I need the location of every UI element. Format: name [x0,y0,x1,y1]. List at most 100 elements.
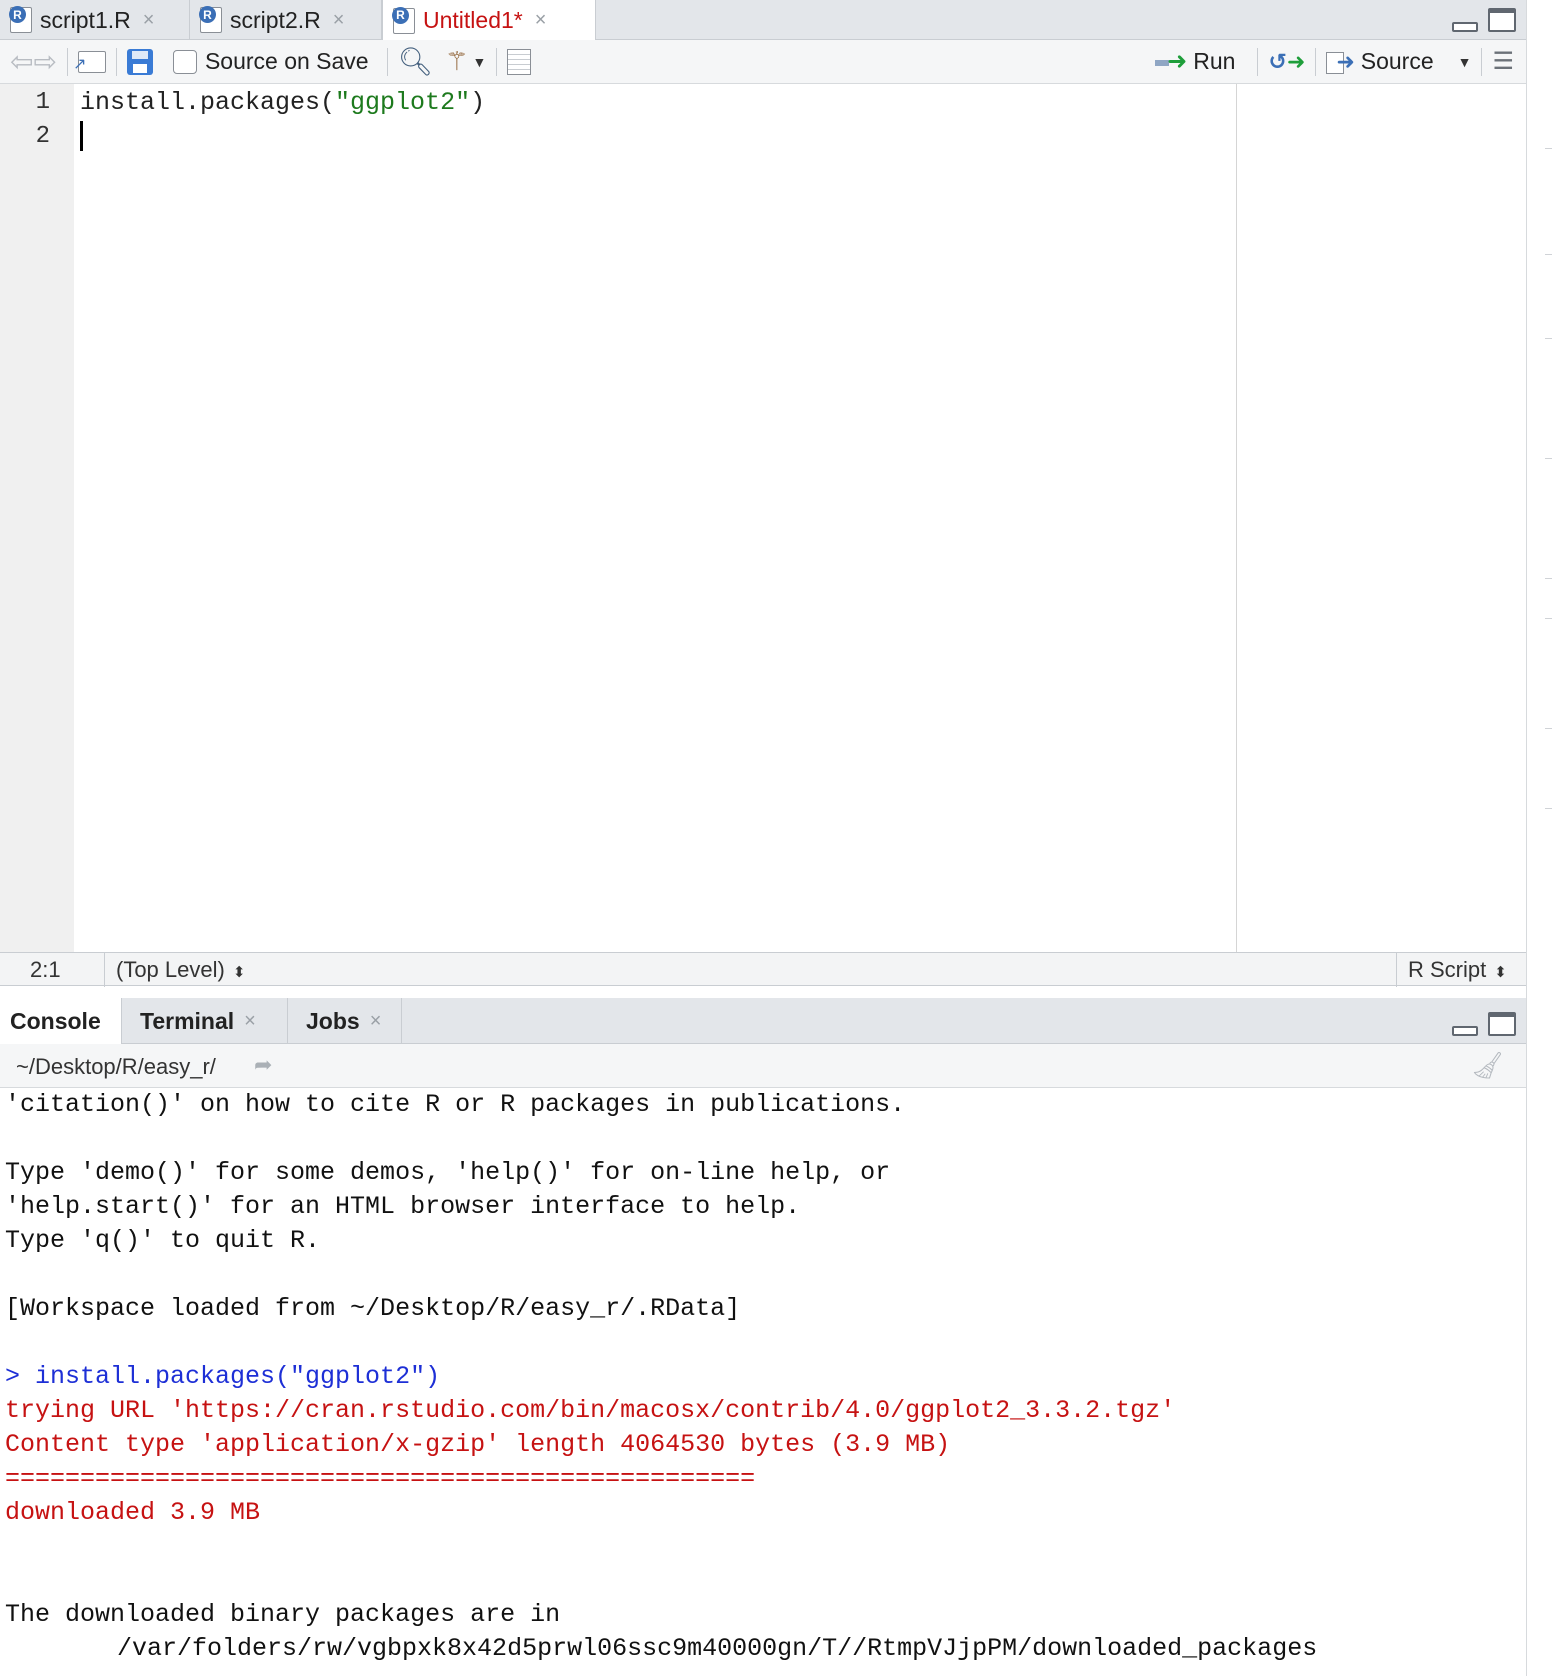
editor-tab-bar: script1.R × script2.R × Untitled1* × [0,0,1526,41]
code-editor[interactable]: 1 2 install.packages("ggplot2") [0,84,1526,952]
r-file-icon [392,6,415,34]
print-margin-line [1236,84,1237,952]
tab-label: Console [10,1008,101,1034]
back-button[interactable]: ⇦ [10,40,33,84]
save-button[interactable] [126,40,153,84]
edge-tick [1545,808,1552,809]
edge-tick [1545,338,1552,339]
source-button[interactable]: ➜ Source [1326,40,1434,84]
minimize-pane-icon[interactable] [1452,1026,1478,1036]
console-line: Content type 'application/x-gzip' length… [5,1430,951,1459]
console-line: 'help.start()' for an HTML browser inter… [5,1192,801,1221]
console-line: trying URL 'https://cran.rstudio.com/bin… [5,1396,1176,1425]
tab-label: script1.R [40,6,131,33]
console-line: Type 'q()' to quit R. [5,1226,321,1255]
tab-script2[interactable]: script2.R × [190,0,382,40]
up-down-chevron-icon: ⬍ [1494,964,1507,981]
code-line-2 [80,120,485,154]
line-number-gutter: 1 2 [0,84,74,952]
edge-tick [1545,728,1552,729]
cursor-position: 2:1 [30,957,61,982]
tab-script1[interactable]: script1.R × [0,0,190,40]
code-string: "ggplot2" [335,88,471,117]
run-button[interactable]: ➜ Run [1155,40,1235,84]
outline-icon: ☰ [1492,48,1514,75]
console-line: [Workspace loaded from ~/Desktop/R/easy_… [5,1294,741,1323]
close-icon[interactable]: × [244,1010,256,1033]
source-icon: ➜ [1326,49,1355,75]
console-line: Type 'demo()' for some demos, 'help()' f… [5,1158,891,1187]
code-function: install.packages( [80,88,336,117]
console-line: /var/folders/rw/vgbpxk8x42d5prwl06ssc9m4… [117,1634,1318,1663]
maximize-pane-icon[interactable] [1488,1012,1516,1036]
rerun-button[interactable]: ↺➜ [1268,40,1305,84]
tab-jobs[interactable]: Jobs × [288,998,402,1044]
line-number: 1 [35,89,50,116]
tab-untitled1[interactable]: Untitled1* × [382,0,596,41]
edge-tick [1545,618,1552,619]
compile-report-button[interactable] [507,40,532,84]
status-divider [1396,953,1397,987]
console-line: The downloaded binary packages are in [5,1600,561,1629]
close-icon[interactable]: × [535,9,547,32]
go-to-directory-icon[interactable]: ➦ [254,1052,272,1078]
tab-terminal[interactable]: Terminal × [122,998,288,1044]
close-icon[interactable]: × [143,9,155,32]
magnifier-icon: 🔍︎ [397,46,434,77]
back-arrow-icon: ⇦ [10,46,34,77]
line-number: 2 [35,123,50,150]
show-in-window-button[interactable] [73,40,106,84]
tab-label: Terminal [140,1007,235,1034]
console-tab-bar: Console Terminal × Jobs × [0,998,1526,1045]
rstudio-window: script1.R × script2.R × Untitled1* × ⇦ ⇨ [0,0,1552,1676]
forward-arrow-icon: ⇨ [33,46,57,77]
maximize-pane-icon[interactable] [1488,8,1516,32]
scope-label: (Top Level) [116,957,225,982]
tab-label: Jobs [306,1007,360,1034]
notebook-icon [507,48,532,75]
run-label: Run [1193,48,1236,74]
console-line: downloaded 3.9 MB [5,1498,261,1527]
toolbar-divider [1481,47,1483,76]
forward-button[interactable]: ⇨ [33,40,56,84]
tab-console[interactable]: Console [0,998,122,1045]
scope-selector[interactable]: (Top Level) ⬍ [116,957,245,983]
editor-status-bar: 2:1 (Top Level) ⬍ R Script ⬍ [0,952,1526,987]
code-line-1: install.packages("ggplot2") [80,86,485,120]
find-replace-button[interactable]: 🔍︎ [398,40,434,84]
source-on-save-checkbox[interactable] [172,49,197,74]
toolbar-divider [496,47,498,76]
save-icon [126,48,153,75]
close-icon[interactable]: × [370,1010,382,1033]
editor-toolbar: ⇦ ⇨ Source on Save 🔍︎ ⚚ ▼ ➜ [0,40,1526,84]
toolbar-divider [386,47,388,76]
tab-label: Untitled1* [423,7,523,33]
run-arrow-icon: ➜ [1155,47,1187,76]
magic-wand-icon: ⚚ [445,46,469,76]
console-pane-controls [1452,1012,1516,1036]
code-content[interactable]: install.packages("ggplot2") [80,86,485,154]
rerun-icon: ↺➜ [1268,48,1306,74]
minimize-pane-icon[interactable] [1452,22,1478,32]
console-line: ========================================… [5,1464,756,1493]
close-icon[interactable]: × [333,9,345,32]
console-output[interactable]: 'citation()' on how to cite R or R packa… [0,1088,1526,1676]
clear-console-icon[interactable]: 🧹︎ [1471,1050,1504,1081]
edge-tick [1545,458,1552,459]
document-outline-button[interactable]: ☰ [1492,40,1514,84]
file-type-label: R Script [1408,957,1487,982]
source-on-save-toggle[interactable]: Source on Save [172,40,369,84]
edge-tick [1545,578,1552,579]
chevron-down-icon: ▼ [1457,53,1472,70]
code-tools-button[interactable]: ⚚ ▼ [445,40,486,84]
working-directory: ~/Desktop/R/easy_r/ [16,1054,216,1079]
console-path-bar: ~/Desktop/R/easy_r/ ➦ 🧹︎ [0,1044,1526,1088]
status-divider [104,953,105,987]
editor-pane-controls [1452,8,1516,32]
file-type-selector[interactable]: R Script ⬍ [1408,957,1507,983]
code-paren: ) [470,88,486,117]
source-options-dropdown[interactable]: ▼ [1454,40,1472,84]
